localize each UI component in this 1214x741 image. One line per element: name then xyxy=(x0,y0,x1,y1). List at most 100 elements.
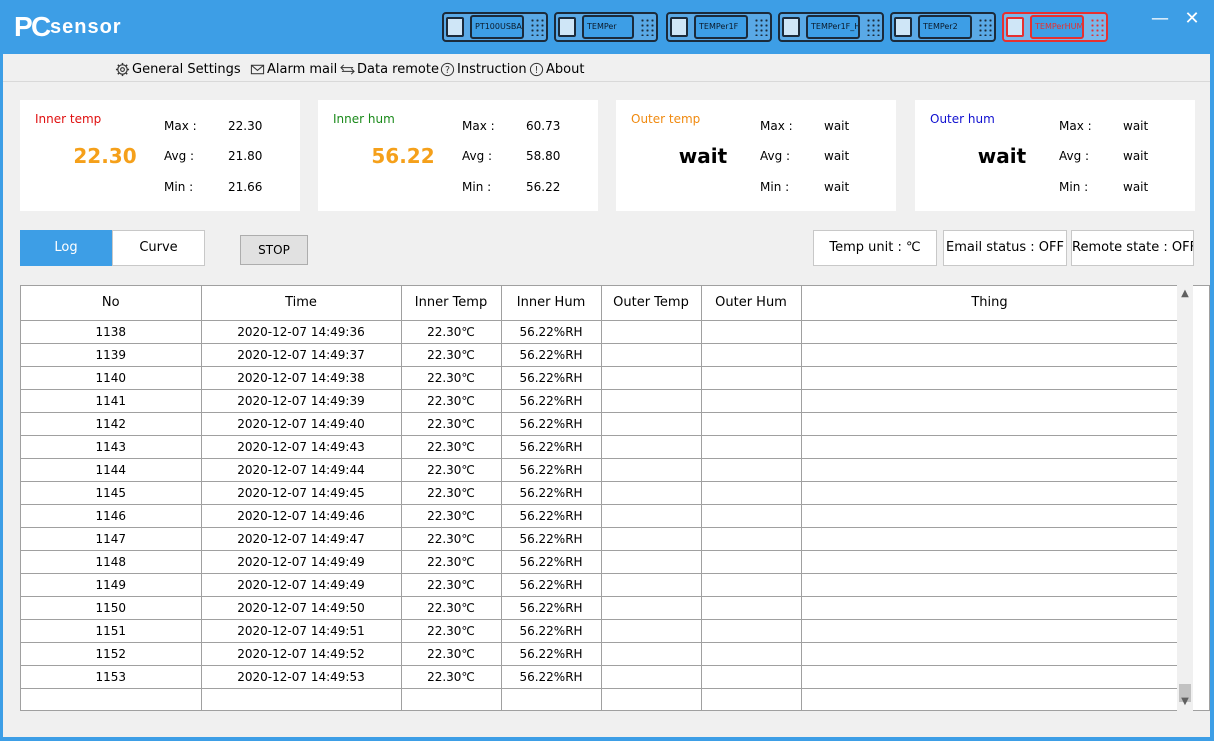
table-row[interactable]: 1139 2020-12-07 14:49:37 22.30℃ 56.22%RH xyxy=(21,343,1179,367)
column-header[interactable]: Outer Hum xyxy=(701,286,802,321)
table-cell: 22.30℃ xyxy=(401,412,502,436)
table-cell xyxy=(801,504,1179,528)
menu-instruction[interactable]: ? Instruction xyxy=(440,60,527,78)
table-row[interactable]: 1145 2020-12-07 14:49:45 22.30℃ 56.22%RH xyxy=(21,481,1179,505)
min-value: wait xyxy=(1123,180,1149,194)
table-row[interactable]: 1150 2020-12-07 14:49:50 22.30℃ 56.22%RH xyxy=(21,596,1179,620)
table-cell xyxy=(701,527,802,551)
table-cell: 1144 xyxy=(21,458,202,482)
table-cell: 1143 xyxy=(21,435,202,459)
table-cell: 56.22%RH xyxy=(501,320,602,344)
min-label: Min : xyxy=(1059,180,1089,194)
table-cell xyxy=(801,573,1179,597)
table-header-row: No Time Inner Temp Inner Hum Outer Temp Outer… xyxy=(21,286,1179,321)
table-row[interactable]: 1148 2020-12-07 14:49:49 22.30℃ 56.22%RH xyxy=(21,550,1179,574)
remote-status[interactable]: Remote state : OFF xyxy=(1071,230,1194,266)
menu-alarm-mail-label: Alarm mail xyxy=(267,61,338,77)
table-row[interactable]: 1151 2020-12-07 14:49:51 22.30℃ 56.22%RH xyxy=(21,619,1179,643)
tab-log[interactable]: Log xyxy=(20,230,112,266)
vertical-scrollbar[interactable]: ▲ ▼ xyxy=(1177,285,1193,711)
column-header[interactable]: Time xyxy=(201,286,402,321)
column-header[interactable]: Inner Temp xyxy=(401,286,502,321)
avg-label: Avg : xyxy=(164,149,195,163)
table-cell: 22.30℃ xyxy=(401,550,502,574)
table-cell xyxy=(601,320,702,344)
table-cell: 22.30℃ xyxy=(401,665,502,689)
usb-plug-icon xyxy=(782,17,800,37)
table-cell: 2020-12-07 14:49:45 xyxy=(201,481,402,505)
table-cell: 2020-12-07 14:49:46 xyxy=(201,504,402,528)
menu-about[interactable]: ! About xyxy=(529,60,584,78)
table-row[interactable]: 1149 2020-12-07 14:49:49 22.30℃ 56.22%RH xyxy=(21,573,1179,597)
table-cell xyxy=(801,527,1179,551)
card-title: Outer temp xyxy=(631,112,701,126)
device-temper1f-h1[interactable]: TEMPer1F_H1 xyxy=(778,12,884,42)
scroll-up-arrow-icon[interactable]: ▲ xyxy=(1177,285,1193,303)
close-button[interactable]: ✕ xyxy=(1180,8,1204,30)
column-header[interactable]: Inner Hum xyxy=(501,286,602,321)
device-label: TEMPer2 xyxy=(918,15,972,39)
table-cell: 56.22%RH xyxy=(501,481,602,505)
min-label: Min : xyxy=(462,180,492,194)
table-row[interactable]: 1138 2020-12-07 14:49:36 22.30℃ 56.22%RH xyxy=(21,320,1179,344)
min-value: 21.66 xyxy=(228,180,263,194)
email-status[interactable]: Email status : OFF xyxy=(943,230,1067,266)
table-cell xyxy=(801,389,1179,413)
table-cell xyxy=(601,366,702,390)
table-cell: 2020-12-07 14:49:38 xyxy=(201,366,402,390)
device-temper[interactable]: TEMPer xyxy=(554,12,658,42)
column-header[interactable]: No xyxy=(21,286,202,321)
minimize-button[interactable]: — xyxy=(1148,8,1172,30)
table-cell: 56.22%RH xyxy=(501,458,602,482)
device-temper2[interactable]: TEMPer2 xyxy=(890,12,996,42)
table-cell xyxy=(601,619,702,643)
stop-button[interactable]: STOP xyxy=(240,235,308,265)
table-cell xyxy=(701,320,802,344)
menu-alarm-mail[interactable]: Alarm mail xyxy=(250,60,337,78)
table-row[interactable]: 1141 2020-12-07 14:49:39 22.30℃ 56.22%RH xyxy=(21,389,1179,413)
vent-dots-icon xyxy=(866,18,880,36)
info-icon: ! xyxy=(529,62,544,76)
main-window: General Settings Alarm mail Data remote … xyxy=(3,54,1210,737)
device-temper1f[interactable]: TEMPer1F xyxy=(666,12,772,42)
device-temperhum[interactable]: TEMPerHUM xyxy=(1002,12,1108,42)
table-cell: 1147 xyxy=(21,527,202,551)
min-label: Min : xyxy=(164,180,194,194)
table-row[interactable]: 1147 2020-12-07 14:49:47 22.30℃ 56.22%RH xyxy=(21,527,1179,551)
table-row[interactable]: 1153 2020-12-07 14:49:53 22.30℃ 56.22%RH xyxy=(21,665,1179,689)
temp-unit-status[interactable]: Temp unit : ℃ xyxy=(813,230,937,266)
table-cell: 1149 xyxy=(21,573,202,597)
table-cell xyxy=(601,481,702,505)
menu-general-settings[interactable]: General Settings xyxy=(115,60,241,78)
table-cell xyxy=(701,665,802,689)
table-row[interactable]: 1143 2020-12-07 14:49:43 22.30℃ 56.22%RH xyxy=(21,435,1179,459)
column-header[interactable]: Thing xyxy=(801,286,1179,321)
table-cell: 2020-12-07 14:49:49 xyxy=(201,550,402,574)
table-row[interactable]: 1152 2020-12-07 14:49:52 22.30℃ 56.22%RH xyxy=(21,642,1179,666)
card-title: Inner temp xyxy=(35,112,102,126)
table-cell xyxy=(601,550,702,574)
table-cell: 22.30℃ xyxy=(401,527,502,551)
table-row[interactable]: 1146 2020-12-07 14:49:46 22.30℃ 56.22%RH xyxy=(21,504,1179,528)
table-cell xyxy=(701,412,802,436)
table-row[interactable] xyxy=(21,688,1179,710)
table-cell xyxy=(601,389,702,413)
tab-curve[interactable]: Curve xyxy=(112,230,205,266)
table-cell xyxy=(601,688,702,710)
table-cell: 56.22%RH xyxy=(501,550,602,574)
card-title: Inner hum xyxy=(333,112,395,126)
avg-value: 58.80 xyxy=(526,149,561,163)
table-row[interactable]: 1142 2020-12-07 14:49:40 22.30℃ 56.22%RH xyxy=(21,412,1179,436)
table-cell xyxy=(701,642,802,666)
table-row[interactable]: 1140 2020-12-07 14:49:38 22.30℃ 56.22%RH xyxy=(21,366,1179,390)
column-header[interactable]: Outer Temp xyxy=(601,286,702,321)
menu-data-remote[interactable]: Data remote xyxy=(340,60,439,78)
vent-dots-icon xyxy=(640,18,654,36)
device-pt100usba[interactable]: PT100USBA xyxy=(442,12,548,42)
table-row[interactable]: 1144 2020-12-07 14:49:44 22.30℃ 56.22%RH xyxy=(21,458,1179,482)
table-cell xyxy=(701,435,802,459)
mail-icon xyxy=(250,64,265,74)
scroll-down-arrow-icon[interactable]: ▼ xyxy=(1177,693,1193,711)
max-label: Max : xyxy=(164,119,197,133)
table-cell: 56.22%RH xyxy=(501,504,602,528)
